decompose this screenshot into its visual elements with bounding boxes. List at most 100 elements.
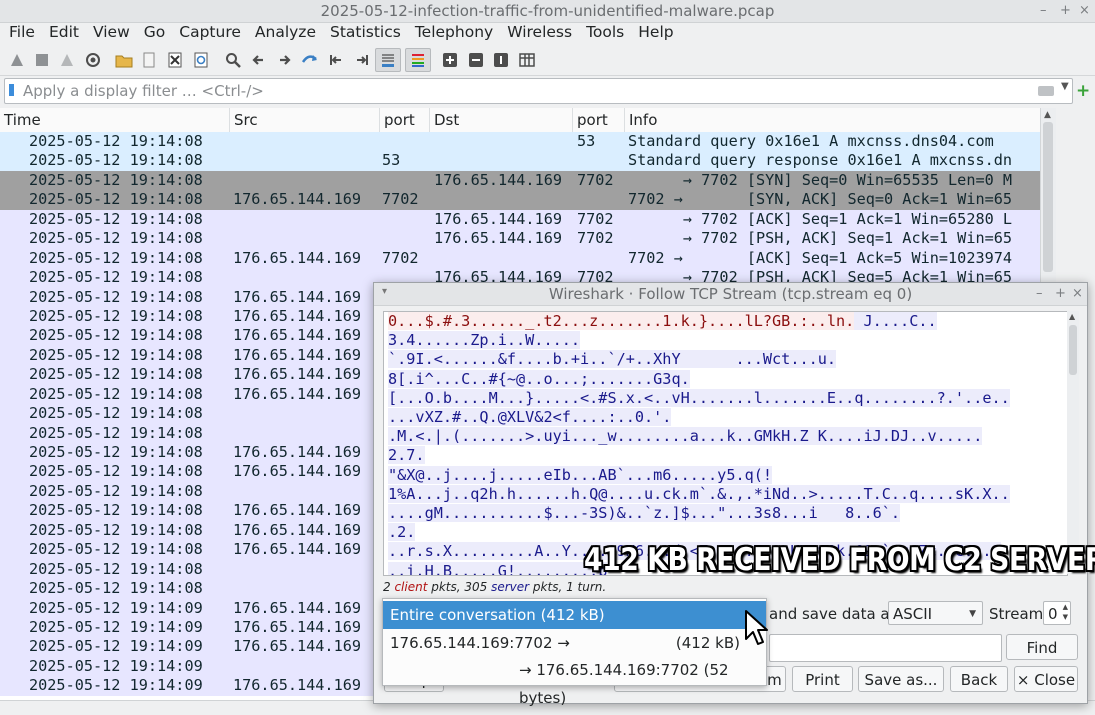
menu-tools[interactable]: Tools xyxy=(578,22,630,44)
scroll-up-icon[interactable]: ▲ xyxy=(1044,110,1051,120)
encoding-select[interactable]: ASCII ▼ xyxy=(888,601,983,625)
stop-capture-icon[interactable] xyxy=(31,49,53,71)
server-data: ...vXZ.#..Q.@XLV&2<f....:..0.'. xyxy=(388,408,672,427)
display-filter-input[interactable] xyxy=(21,80,1005,102)
packet-cell-sport: 53 xyxy=(382,151,401,170)
menu-view[interactable]: View xyxy=(85,22,136,44)
stream-number-spinbox[interactable]: 0 ▲ ▼ xyxy=(1043,601,1071,625)
maximize-icon[interactable]: + xyxy=(1060,3,1071,18)
column-header-dst[interactable]: Dst xyxy=(430,108,573,132)
last-packet-icon[interactable] xyxy=(351,49,373,71)
go-to-packet-icon[interactable] xyxy=(299,49,321,71)
menu-telephony[interactable]: Telephony xyxy=(407,22,499,44)
stream-scrollbar-thumb[interactable] xyxy=(1069,325,1077,375)
menu-go[interactable]: Go xyxy=(136,22,172,44)
dialog-maximize-icon[interactable]: + xyxy=(1055,286,1066,301)
option-server-to-client[interactable]: 176.65.144.169:7702 → (412 kB) xyxy=(383,629,766,657)
filter-dropdown-icon[interactable]: ▼ xyxy=(1061,81,1069,92)
server-data: .2. xyxy=(388,523,416,542)
packet-cell-time: 2025-05-12 19:14:08 xyxy=(29,384,203,403)
packet-cell-time: 2025-05-12 19:14:08 xyxy=(29,132,203,150)
normal-size-icon[interactable] xyxy=(490,49,512,71)
menu-edit[interactable]: Edit xyxy=(41,22,85,44)
dialog-minimize-icon[interactable]: – xyxy=(1036,286,1043,301)
packet-cell-time: 2025-05-12 19:14:08 xyxy=(29,287,203,306)
forward-arrow-icon[interactable] xyxy=(273,49,295,71)
spin-arrows-icon[interactable]: ▲ ▼ xyxy=(1063,602,1068,622)
dialog-close-icon[interactable]: × xyxy=(1072,286,1083,301)
column-header-dst-port[interactable]: port xyxy=(573,108,625,132)
option-client-to-server[interactable]: → 176.65.144.169:7702 (52 bytes) xyxy=(383,656,766,707)
menu-file[interactable]: File xyxy=(0,22,41,44)
stream-line: "&X@..j....j.....eIb...AB`...m6.....y5.q… xyxy=(384,465,1067,485)
packet-cell-time: 2025-05-12 19:14:08 xyxy=(29,170,203,189)
column-header-src[interactable]: Src xyxy=(230,108,380,132)
packet-cell-time: 2025-05-12 19:14:08 xyxy=(29,579,203,598)
packet-cell-dport: 7702 xyxy=(577,209,614,228)
packet-cell-time: 2025-05-12 19:14:08 xyxy=(29,501,203,520)
print-button[interactable]: Print xyxy=(792,666,853,692)
resize-columns-icon[interactable] xyxy=(516,49,538,71)
menu-statistics[interactable]: Statistics xyxy=(322,22,407,44)
stream-line: 3.4......Zp.i..W..... xyxy=(384,331,1067,350)
back-arrow-icon[interactable] xyxy=(248,49,270,71)
file-icon[interactable] xyxy=(138,49,160,71)
stream-content-view[interactable]: 0...$.#.3......_.t2...z.......1.k.}....l… xyxy=(383,311,1068,576)
option-entire-conversation[interactable]: Entire conversation (412 kB) xyxy=(383,601,766,629)
reload-icon[interactable] xyxy=(190,49,212,71)
stream-line: [...O.b....M...}.....<.#S.x.<..vH.......… xyxy=(384,388,1067,408)
colorize-icon[interactable] xyxy=(405,48,431,72)
menu-wireless[interactable]: Wireless xyxy=(499,22,578,44)
search-icon[interactable] xyxy=(222,49,244,71)
close-button[interactable]: × Close xyxy=(1014,666,1078,692)
bookmark-icon[interactable] xyxy=(9,84,14,96)
server-data: 2.7. xyxy=(388,446,425,465)
menu-analyze[interactable]: Analyze xyxy=(247,22,322,44)
packet-cell-src: 176.65.144.169 xyxy=(233,540,362,559)
packet-cell-time: 2025-05-12 19:14:08 xyxy=(29,481,203,500)
minimize-icon[interactable]: – xyxy=(1040,3,1047,18)
find-next-button[interactable]: Find Next xyxy=(1006,634,1078,683)
menu-bar: File Edit View Go Capture Analyze Statis… xyxy=(0,22,1095,44)
menu-capture[interactable]: Capture xyxy=(171,22,247,44)
restart-capture-icon[interactable] xyxy=(56,49,78,71)
column-header-src-port[interactable]: port xyxy=(380,108,430,132)
stream-line: .M.<.|.(.......>.uyi..._w........a...k..… xyxy=(384,427,1067,446)
autoscroll-icon[interactable] xyxy=(375,48,401,72)
shark-fin-start-icon[interactable] xyxy=(6,49,28,71)
save-as-button[interactable]: Save as... xyxy=(858,666,944,692)
zoom-in-icon[interactable] xyxy=(439,49,461,71)
packet-row[interactable]: 2025-05-12 19:14:08 176.65.144.169 7702 770… xyxy=(0,190,1040,210)
open-folder-icon[interactable] xyxy=(113,49,135,71)
packet-row[interactable]: 2025-05-12 19:14:08 176.65.144.169 7702 770… xyxy=(0,248,1040,269)
packet-cell-info: Standard query response 0x16e1 A mxcnss.… xyxy=(628,151,1013,170)
packet-row[interactable]: 2025-05-12 19:14:08 176.65.144.169 7702 → … xyxy=(0,209,1040,230)
packet-row[interactable]: 2025-05-12 19:14:08 53 Standard query resp… xyxy=(0,151,1040,171)
clear-filter-icon[interactable] xyxy=(1038,86,1054,96)
column-header-time[interactable]: Time xyxy=(0,108,230,132)
packet-cell-time: 2025-05-12 19:14:08 xyxy=(29,345,203,364)
packet-row[interactable]: 2025-05-12 19:14:08 176.65.144.169 7702 → … xyxy=(0,229,1040,249)
chevron-down-icon: ▼ xyxy=(969,609,976,619)
column-header-info[interactable]: Info xyxy=(625,108,1040,132)
window-title: 2025-05-12-infection-traffic-from-uniden… xyxy=(320,2,775,20)
close-file-icon[interactable] xyxy=(164,49,186,71)
packet-cell-src: 176.65.144.169 xyxy=(233,248,362,267)
packet-cell-time: 2025-05-12 19:14:08 xyxy=(29,209,203,228)
find-input[interactable] xyxy=(769,634,1002,662)
stream-scroll-up-icon[interactable]: ▲ xyxy=(1069,312,1075,321)
zoom-out-icon[interactable] xyxy=(465,49,487,71)
capture-options-icon[interactable] xyxy=(82,49,104,71)
first-packet-icon[interactable] xyxy=(325,49,347,71)
stream-line: 0...$.#.3......_.t2...z.......1.k.}....l… xyxy=(384,312,1067,331)
close-icon[interactable]: × xyxy=(1079,3,1090,18)
menu-help[interactable]: Help xyxy=(630,22,679,44)
scrollbar-thumb[interactable] xyxy=(1043,122,1053,272)
add-filter-button-icon[interactable]: + xyxy=(1076,81,1090,101)
packet-row[interactable]: 2025-05-12 19:14:08 176.65.144.169 7702 → … xyxy=(0,170,1040,191)
stream-scrollbar[interactable]: ▲ ▼ xyxy=(1067,311,1079,574)
back-button[interactable]: Back xyxy=(950,666,1008,692)
packet-row[interactable]: 2025-05-12 19:14:08 53 Standard query 0x16… xyxy=(0,132,1040,152)
packet-cell-src: 176.65.144.169 xyxy=(233,501,362,520)
packet-cell-info: 7702 → [ACK] Seq=1 Ack=5 Win=1023974 xyxy=(628,248,1013,267)
